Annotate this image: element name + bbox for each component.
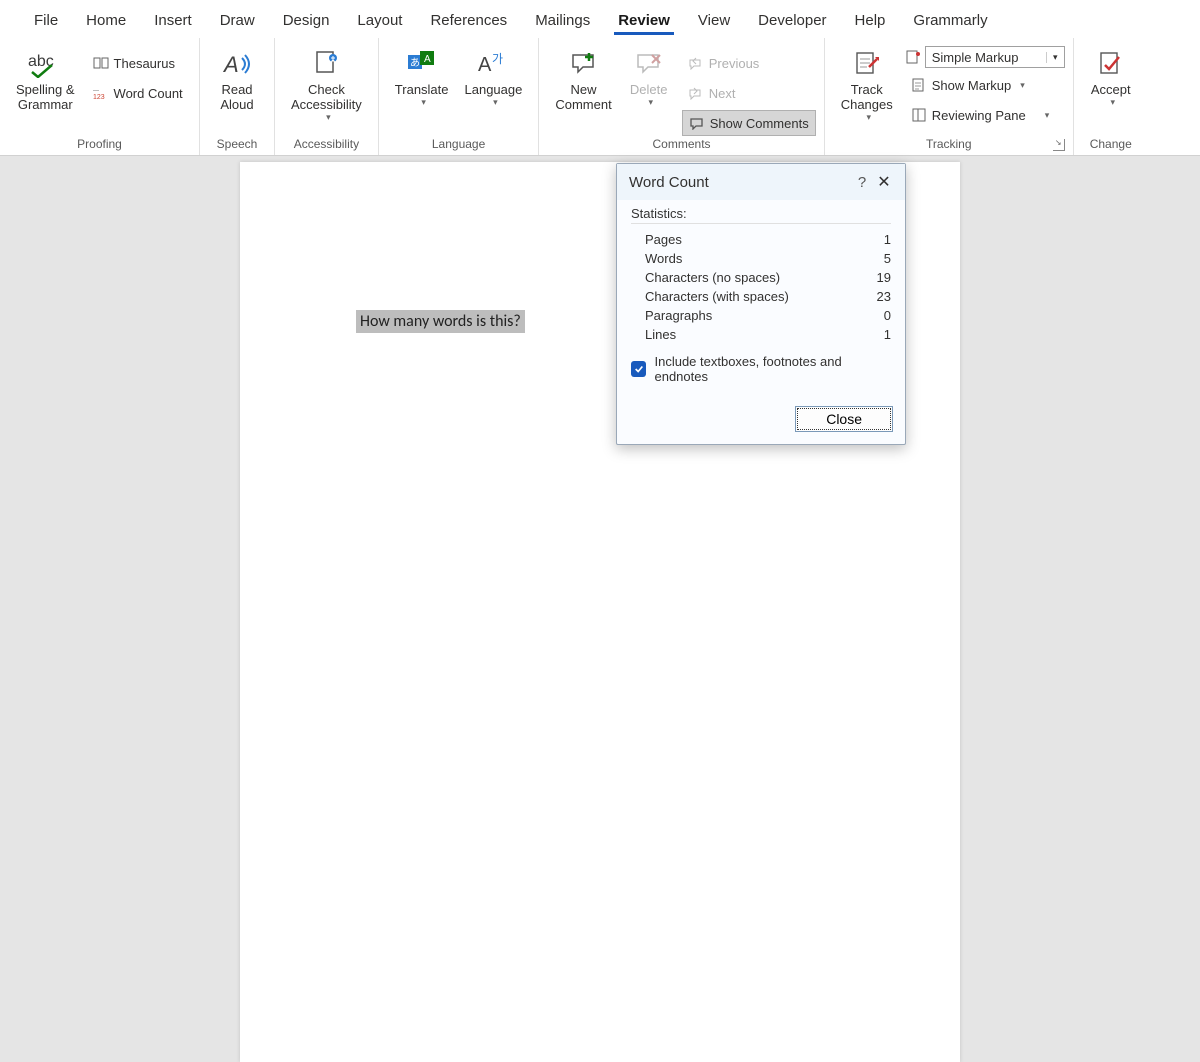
tab-grammarly[interactable]: Grammarly: [899, 4, 1001, 35]
check-icon: [634, 364, 644, 374]
translate-icon: あA: [406, 46, 438, 80]
svg-text:A: A: [478, 54, 492, 76]
stat-row-paragraphs: Paragraphs0: [631, 306, 891, 325]
tab-layout[interactable]: Layout: [343, 4, 416, 35]
track-changes-icon: [853, 46, 881, 80]
reviewing-pane-icon: [911, 107, 927, 123]
word-count-dialog: Word Count ? ✕ Statistics: Pages1 Words5…: [616, 163, 906, 445]
svg-text:あ: あ: [410, 57, 420, 69]
spellcheck-icon: abc: [28, 46, 62, 80]
help-icon[interactable]: ?: [851, 174, 873, 191]
stat-row-chars-space: Characters (with spaces)23: [631, 287, 891, 306]
include-textboxes-checkbox[interactable]: [631, 361, 646, 377]
dialog-launcher-icon[interactable]: ↘: [1053, 139, 1065, 151]
tab-references[interactable]: References: [416, 4, 521, 35]
group-label-changes: Change: [1082, 137, 1140, 153]
spelling-grammar-button[interactable]: abc Spelling & Grammar: [8, 42, 83, 112]
read-aloud-icon: A: [222, 46, 252, 80]
group-label-accessibility: Accessibility: [283, 137, 370, 153]
read-aloud-button[interactable]: A Read Aloud: [208, 42, 266, 112]
stat-row-chars-nospace: Characters (no spaces)19: [631, 268, 891, 287]
tab-help[interactable]: Help: [841, 4, 900, 35]
tab-file[interactable]: File: [20, 4, 72, 35]
group-label-tracking: Tracking ↘: [833, 137, 1065, 153]
word-count-icon: —123: [93, 85, 109, 101]
stat-row-words: Words5: [631, 249, 891, 268]
dialog-titlebar[interactable]: Word Count ? ✕: [617, 164, 905, 200]
language-icon: A가: [478, 46, 508, 80]
word-count-button[interactable]: —123 Word Count: [87, 80, 189, 106]
stat-row-pages: Pages1: [631, 230, 891, 249]
include-textboxes-label: Include textboxes, footnotes and endnote…: [654, 354, 891, 384]
thesaurus-icon: [93, 55, 109, 71]
group-label-comments: Comments: [547, 137, 815, 153]
translate-button[interactable]: あA Translate ▾: [387, 42, 457, 108]
new-comment-button[interactable]: New Comment: [547, 42, 619, 112]
group-label-speech: Speech: [208, 137, 266, 153]
document-area[interactable]: How many words is this?: [0, 156, 1200, 600]
svg-text:A: A: [424, 54, 431, 65]
tab-mailings[interactable]: Mailings: [521, 4, 604, 35]
next-icon: [688, 85, 704, 101]
stat-row-lines: Lines1: [631, 325, 891, 344]
close-icon[interactable]: ✕: [873, 172, 895, 192]
language-button[interactable]: A가 Language ▾: [457, 42, 531, 108]
tab-developer[interactable]: Developer: [744, 4, 840, 35]
accessibility-icon: [311, 46, 341, 80]
chevron-down-icon: ▾: [1020, 80, 1025, 91]
statistics-header: Statistics:: [631, 206, 891, 224]
chevron-down-icon: ▾: [326, 112, 331, 123]
check-accessibility-button[interactable]: Check Accessibility ▾: [283, 42, 370, 123]
selected-text[interactable]: How many words is this?: [356, 310, 525, 333]
chevron-down-icon: ▾: [866, 112, 871, 123]
tab-design[interactable]: Design: [269, 4, 344, 35]
ribbon-tabs: File Home Insert Draw Design Layout Refe…: [0, 0, 1200, 38]
svg-text:123: 123: [93, 94, 105, 100]
markup-mode-icon: [905, 49, 921, 65]
chevron-down-icon: ▾: [1046, 52, 1064, 63]
svg-text:A: A: [222, 52, 239, 77]
markup-mode-select[interactable]: Simple Markup ▾: [925, 46, 1065, 68]
tab-draw[interactable]: Draw: [206, 4, 269, 35]
previous-icon: [688, 55, 704, 71]
delete-comment-button[interactable]: Delete ▾: [620, 42, 678, 108]
group-label-proofing: Proofing: [8, 137, 191, 153]
tab-view[interactable]: View: [684, 4, 744, 35]
group-label-language: Language: [387, 137, 531, 153]
show-markup-icon: [911, 77, 927, 93]
next-comment-button[interactable]: Next: [682, 80, 816, 106]
delete-comment-icon: [634, 46, 664, 80]
comments-icon: [689, 115, 705, 131]
accept-icon: [1097, 46, 1125, 80]
tab-home[interactable]: Home: [72, 4, 140, 35]
reviewing-pane-button[interactable]: Reviewing Pane ▾: [905, 102, 1065, 128]
chevron-down-icon: ▾: [493, 97, 498, 108]
close-button[interactable]: Close: [795, 406, 893, 432]
thesaurus-button[interactable]: Thesaurus: [87, 50, 189, 76]
tab-insert[interactable]: Insert: [140, 4, 206, 35]
previous-comment-button[interactable]: Previous: [682, 50, 816, 76]
chevron-down-icon: ▾: [421, 97, 426, 108]
ribbon: abc Spelling & Grammar Thesaurus —123 Wo…: [0, 38, 1200, 156]
tab-review[interactable]: Review: [604, 4, 684, 35]
svg-text:가: 가: [492, 52, 503, 66]
dialog-title: Word Count: [629, 174, 851, 191]
chevron-down-icon: ▾: [1110, 97, 1115, 108]
chevron-down-icon: ▾: [648, 97, 653, 108]
show-markup-button[interactable]: Show Markup ▾: [905, 72, 1065, 98]
accept-button[interactable]: Accept ▾: [1082, 42, 1140, 108]
new-comment-icon: [569, 46, 599, 80]
show-comments-button[interactable]: Show Comments: [682, 110, 816, 136]
chevron-down-icon: ▾: [1045, 110, 1050, 121]
track-changes-button[interactable]: Track Changes ▾: [833, 42, 901, 123]
